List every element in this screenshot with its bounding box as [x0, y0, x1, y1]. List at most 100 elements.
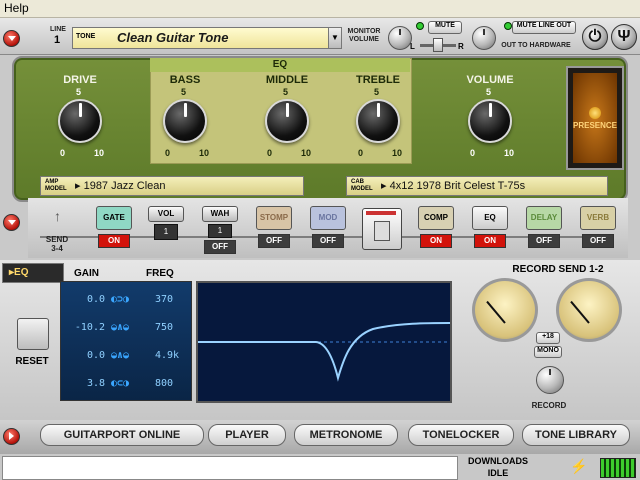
amp-block[interactable]	[362, 208, 402, 250]
eq-gain: 0.0	[86, 350, 105, 361]
tone-name: Clean Guitar Tone	[117, 30, 229, 45]
vu-needle-right	[570, 300, 590, 324]
eq-reset-button[interactable]	[17, 318, 49, 350]
knob-tick-min: 0	[165, 148, 171, 158]
collapse-amp-button[interactable]	[3, 30, 20, 47]
eq-freq: 750	[155, 322, 174, 333]
mute-line-out-led	[504, 22, 512, 30]
player-button[interactable]: PLAYER	[208, 424, 286, 446]
eq-readout: 0.0 ◐⊃◑ 370 -10.2 ◒∧◒ 750 0.0 ◒∧◒ 4.9k 3…	[60, 281, 192, 401]
menu-help[interactable]: Help	[4, 1, 29, 15]
fx-comp[interactable]: COMP ON	[418, 206, 454, 254]
mute-led	[416, 22, 424, 30]
fx-verb[interactable]: VERB OFF	[580, 206, 616, 254]
knob-label-bass: BASS	[169, 74, 201, 86]
record-label: RECORD	[531, 401, 567, 410]
boost-18-button[interactable]: +18	[536, 332, 560, 344]
drive-knob[interactable]	[58, 99, 102, 143]
tuner-button[interactable]: Ψ	[611, 24, 637, 50]
line-number: 1	[54, 34, 61, 46]
pan-slider-handle[interactable]	[433, 38, 443, 52]
fx-wah-pedal[interactable]: WAH 1 OFF	[202, 206, 238, 254]
middle-knob[interactable]	[265, 99, 309, 143]
presence-knob[interactable]	[589, 107, 601, 119]
wah-pedal-position: 1	[217, 226, 223, 235]
eq-band-1[interactable]: 0.0 ◐⊃◑ 370	[61, 294, 191, 308]
send-label: SEND	[45, 235, 69, 244]
tonelocker-button[interactable]: TONELOCKER	[408, 424, 514, 446]
fx-delay-label: DELAY	[526, 206, 562, 230]
eq-tab-label: EQ	[14, 267, 29, 278]
fx-eq[interactable]: EQ ON	[472, 206, 508, 254]
signal-level-meter	[600, 458, 636, 478]
high-shelf-icon: ◐⊂◑	[111, 378, 130, 389]
gain-header: GAIN	[74, 268, 99, 279]
send-arrow-icon: ↑	[54, 208, 61, 224]
mono-button[interactable]: MONO	[534, 346, 562, 358]
vol-pedal-position: 1	[163, 227, 169, 236]
eq-band-4[interactable]: 3.8 ◐⊂◑ 800	[61, 378, 191, 392]
monitor-volume-knob[interactable]	[388, 26, 412, 50]
fx-gate-state: ON	[98, 234, 130, 248]
knob-tick-max: 10	[301, 148, 312, 158]
mute-button[interactable]: MUTE	[428, 21, 462, 34]
cab-model-value: ▸ 4x12 1978 Brit Celest T-75s	[381, 180, 526, 192]
volume-knob[interactable]	[468, 99, 512, 143]
collapse-fx-button[interactable]	[3, 214, 20, 231]
hardware-volume-knob[interactable]	[472, 26, 496, 50]
knob-tick-max: 10	[504, 148, 515, 158]
fx-mod[interactable]: MOD OFF	[310, 206, 346, 254]
fx-delay-state: OFF	[528, 234, 560, 248]
amp-model-selector[interactable]: AMP MODEL ▸ 1987 Jazz Clean	[40, 176, 304, 196]
amp-block-stripe	[366, 211, 396, 215]
knob-tick-min: 0	[267, 148, 273, 158]
send-channel: 3-4	[51, 244, 63, 253]
knob-tick-mid: 5	[486, 87, 492, 97]
fx-volume-pedal[interactable]: VOL 1	[148, 206, 184, 254]
fx-delay[interactable]: DELAY OFF	[526, 206, 562, 254]
knob-tick-min: 0	[470, 148, 476, 158]
vol-pedal-icon: 1	[154, 224, 178, 240]
eq-header: EQ	[150, 58, 410, 72]
treble-knob[interactable]	[356, 99, 400, 143]
fx-wah-label: WAH	[202, 206, 238, 222]
record-level-knob[interactable]	[536, 366, 564, 394]
tone-dropdown-button[interactable]: ▼	[328, 27, 342, 49]
fx-gate[interactable]: GATE ON	[96, 206, 132, 254]
fx-eq-state: ON	[474, 234, 506, 248]
cab-model-name: 4x12 1978 Brit Celest T-75s	[389, 180, 526, 192]
cab-model-selector[interactable]: CAB MODEL ▸ 4x12 1978 Brit Celest T-75s	[346, 176, 608, 196]
tone-library-button[interactable]: TONE LIBRARY	[522, 424, 630, 446]
tone-name-field[interactable]: TONE Clean Guitar Tone	[72, 27, 332, 49]
amp-block-icon	[374, 221, 390, 241]
eq-gain: 3.8	[86, 378, 105, 389]
mute-line-out-button[interactable]: MUTE LINE OUT	[512, 21, 576, 34]
amp-model-value: ▸ 1987 Jazz Clean	[75, 180, 166, 192]
out-to-hardware-label: OUT TO HARDWARE	[501, 42, 571, 49]
low-shelf-icon: ◐⊃◑	[111, 294, 130, 305]
eq-band-2[interactable]: -10.2 ◒∧◒ 750	[61, 322, 191, 336]
wah-pedal-icon: 1	[208, 224, 232, 238]
power-button[interactable]: ⏻	[582, 24, 608, 50]
fx-stomp[interactable]: STOMP OFF	[256, 206, 292, 254]
eq-freq: 800	[155, 378, 174, 389]
knob-tick-max: 10	[199, 148, 210, 158]
knob-tick-mid: 5	[374, 87, 380, 97]
eq-curve-svg	[198, 322, 451, 382]
knob-label-volume: VOLUME	[466, 74, 514, 86]
freq-header: FREQ	[146, 268, 174, 279]
tone-tag: TONE	[76, 33, 96, 40]
bass-knob[interactable]	[163, 99, 207, 143]
fx-mod-state: OFF	[312, 234, 344, 248]
metronome-button[interactable]: METRONOME	[294, 424, 398, 446]
cab-model-tag: CAB MODEL	[351, 179, 373, 192]
eq-band-3[interactable]: 0.0 ◒∧◒ 4.9k	[61, 350, 191, 364]
eq-tab[interactable]: ▸EQ	[2, 263, 64, 283]
eq-curve-graph	[196, 281, 452, 403]
fx-comp-label: COMP	[418, 206, 454, 230]
amp-model-tag: AMP MODEL	[45, 179, 67, 192]
expand-online-button[interactable]	[3, 428, 20, 445]
presence-control[interactable]: PRESENCE	[566, 66, 624, 170]
guitarport-online-button[interactable]: GUITARPORT ONLINE	[40, 424, 204, 446]
tuning-fork-icon: Ψ	[617, 28, 631, 45]
